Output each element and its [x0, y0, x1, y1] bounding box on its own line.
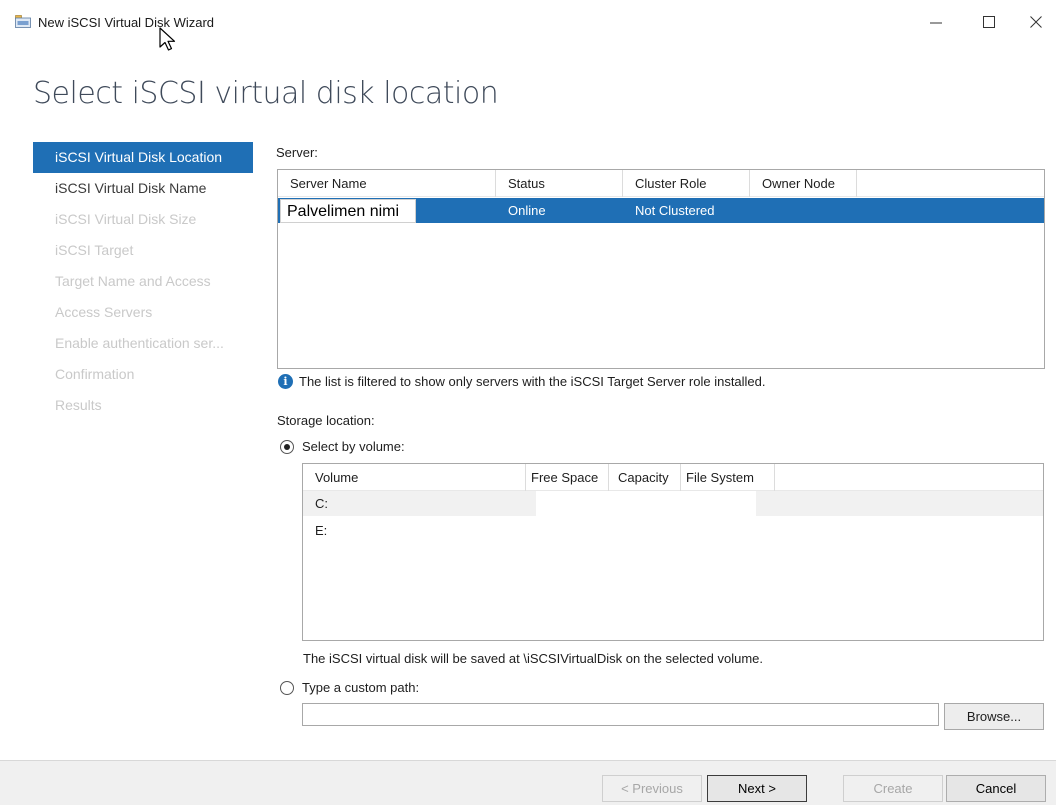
previous-button[interactable]: < Previous	[602, 775, 702, 802]
server-name-cell: Palvelimen nimi	[280, 199, 416, 223]
column-header-file-system[interactable]: File System	[681, 464, 775, 491]
table-row[interactable]: E:	[303, 518, 1043, 543]
nav-item-target-name-access: Target Name and Access	[55, 273, 211, 289]
minimize-button[interactable]	[916, 8, 956, 36]
create-button[interactable]: Create	[843, 775, 943, 802]
custom-path-radio[interactable]: Type a custom path:	[280, 680, 419, 695]
volume-cell: E:	[315, 523, 328, 538]
close-button[interactable]	[1016, 8, 1056, 36]
column-header-status[interactable]: Status	[496, 170, 623, 197]
server-status-cell: Online	[508, 203, 546, 218]
volume-table[interactable]: Volume Free Space Capacity File System C…	[302, 463, 1044, 641]
column-header-free-space[interactable]: Free Space	[526, 464, 609, 491]
info-icon: i	[278, 374, 293, 389]
wizard-steps-nav: iSCSI Virtual Disk Location iSCSI Virtua…	[33, 142, 253, 421]
server-table[interactable]: Server Name Status Cluster Role Owner No…	[277, 169, 1045, 369]
nav-item-access-servers: Access Servers	[55, 304, 153, 320]
radio-unchecked-indicator[interactable]	[280, 680, 294, 695]
volume-cell: C:	[315, 496, 328, 511]
column-header-volume[interactable]: Volume	[303, 464, 526, 491]
column-header-capacity[interactable]: Capacity	[609, 464, 681, 491]
nav-item-iscsi-target: iSCSI Target	[55, 242, 134, 258]
server-cluster-role-cell: Not Clustered	[635, 203, 715, 218]
title-bar: New iSCSI Virtual Disk Wizard	[0, 0, 1056, 51]
table-row[interactable]: Palvelimen nimi Online Not Clustered	[278, 198, 1044, 223]
filter-note: The list is filtered to show only server…	[299, 374, 766, 389]
next-button[interactable]: Next >	[707, 775, 807, 802]
select-by-volume-radio[interactable]: Select by volume:	[280, 439, 405, 454]
close-icon	[1030, 16, 1042, 28]
wizard-footer: < Previous Next > Create Cancel	[0, 760, 1056, 805]
custom-path-input[interactable]	[302, 703, 939, 726]
server-table-header: Server Name Status Cluster Role Owner No…	[278, 170, 1044, 197]
nav-item-results: Results	[55, 397, 102, 413]
mouse-pointer-icon	[158, 27, 178, 53]
nav-item-confirmation: Confirmation	[55, 366, 135, 382]
page-title: Select iSCSI virtual disk location	[33, 76, 499, 111]
nav-item-virtual-disk-location[interactable]: iSCSI Virtual Disk Location	[33, 142, 253, 173]
window-title: New iSCSI Virtual Disk Wizard	[38, 15, 215, 30]
volume-table-header: Volume Free Space Capacity File System	[303, 464, 1043, 491]
save-location-note: The iSCSI virtual disk will be saved at …	[303, 651, 764, 666]
nav-item-virtual-disk-size: iSCSI Virtual Disk Size	[55, 211, 197, 227]
column-header-owner-node[interactable]: Owner Node	[750, 170, 857, 197]
select-by-volume-label: Select by volume:	[302, 439, 405, 454]
column-header-server-name[interactable]: Server Name	[278, 170, 496, 197]
cancel-button[interactable]: Cancel	[946, 775, 1046, 802]
radio-checked-indicator[interactable]	[280, 439, 294, 454]
nav-item-virtual-disk-name[interactable]: iSCSI Virtual Disk Name	[33, 173, 253, 204]
table-row[interactable]: C:	[303, 491, 1043, 516]
nav-item-enable-authentication: Enable authentication ser...	[55, 335, 224, 351]
maximize-icon	[983, 16, 995, 28]
minimize-icon	[930, 16, 942, 28]
storage-location-label: Storage location:	[277, 413, 375, 428]
filter-info: i The list is filtered to show only serv…	[278, 374, 766, 389]
maximize-button[interactable]	[969, 8, 1009, 36]
disk-wizard-icon	[15, 15, 31, 28]
browse-button[interactable]: Browse...	[944, 703, 1044, 730]
server-label: Server:	[276, 145, 318, 160]
custom-path-label: Type a custom path:	[302, 680, 420, 695]
column-header-cluster-role[interactable]: Cluster Role	[623, 170, 750, 197]
